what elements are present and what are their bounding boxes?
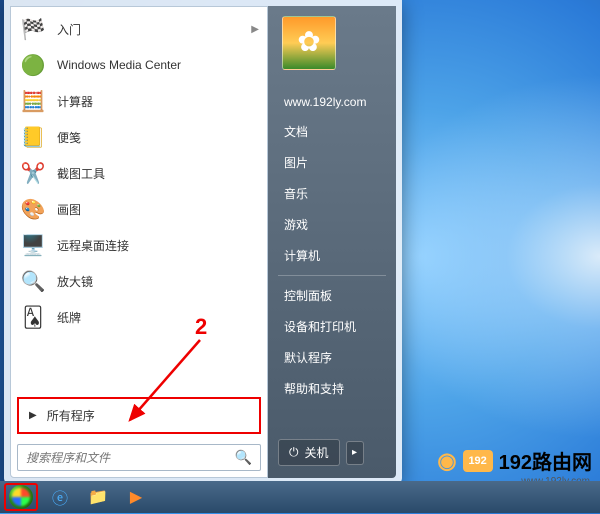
start-menu: 🏁 入门 ▶ 🟢 Windows Media Center 🧮 计算器 📒 便笺… [4,0,402,484]
program-label: 画图 [57,201,81,218]
shutdown-label: 关机 [305,444,329,461]
notes-icon: 📒 [19,123,47,151]
program-label: 便笺 [57,129,81,146]
magnifier-icon: 🔍 [19,267,47,295]
program-label: 入门 [57,21,81,38]
games-link[interactable]: 游戏 [278,209,386,240]
taskbar-ie[interactable]: ⓔ [44,485,76,509]
pictures-link[interactable]: 图片 [278,147,386,178]
watermark-text: 192路由网 [499,446,592,475]
program-paint[interactable]: 🎨 画图 [13,191,265,227]
shutdown-button[interactable]: ⏻ 关机 [278,439,340,466]
devices-printers-link[interactable]: 设备和打印机 [278,311,386,342]
user-folder-link[interactable]: www.192ly.com [278,88,386,116]
taskbar-explorer[interactable]: 📁 [82,485,114,509]
ie-icon: ⓔ [52,485,68,509]
program-magnifier[interactable]: 🔍 放大镜 [13,263,265,299]
watermark-badge: 192 [463,450,493,472]
start-menu-left-pane: 🏁 入门 ▶ 🟢 Windows Media Center 🧮 计算器 📒 便笺… [10,6,268,478]
shutdown-options-button[interactable]: ▸ [346,441,364,465]
program-media-center[interactable]: 🟢 Windows Media Center [13,47,265,83]
program-calculator[interactable]: 🧮 计算器 [13,83,265,119]
music-link[interactable]: 音乐 [278,178,386,209]
help-support-link[interactable]: 帮助和支持 [278,373,386,404]
all-programs-label: 所有程序 [47,407,95,424]
power-icon: ⏻ [289,445,299,460]
program-sticky-notes[interactable]: 📒 便笺 [13,119,265,155]
search-icon: 🔍 [235,449,252,466]
program-label: 放大镜 [57,273,93,290]
flag-icon: 🏁 [19,15,47,43]
palette-icon: 🎨 [19,195,47,223]
scissors-icon: ✂️ [19,159,47,187]
taskbar: ⓔ 📁 ▶ [0,481,600,513]
wifi-icon: ◉ [437,448,456,474]
calculator-icon: 🧮 [19,87,47,115]
media-center-icon: 🟢 [19,51,47,79]
cards-icon: 🂡 [19,303,47,331]
windows-orb-icon [9,485,33,509]
program-remote-desktop[interactable]: 🖥️ 远程桌面连接 [13,227,265,263]
taskbar-media-player[interactable]: ▶ [120,485,152,509]
chevron-right-icon: ▶ [29,410,37,421]
computer-link[interactable]: 计算机 [278,240,386,271]
monitor-icon: 🖥️ [19,231,47,259]
program-label: 截图工具 [57,165,105,182]
folder-icon: 📁 [88,487,108,507]
program-solitaire[interactable]: 🂡 纸牌 [13,299,265,335]
default-programs-link[interactable]: 默认程序 [278,342,386,373]
user-picture[interactable] [282,16,336,70]
program-snipping-tool[interactable]: ✂️ 截图工具 [13,155,265,191]
program-label: Windows Media Center [57,58,181,72]
shutdown-row: ⏻ 关机 ▸ [278,435,386,470]
search-box[interactable]: 🔍 [17,444,261,471]
program-label: 纸牌 [57,309,81,326]
documents-link[interactable]: 文档 [278,116,386,147]
media-player-icon: ▶ [130,487,142,507]
program-label: 远程桌面连接 [57,237,129,254]
start-button[interactable] [4,483,38,511]
separator [278,275,386,276]
program-list: 🏁 入门 ▶ 🟢 Windows Media Center 🧮 计算器 📒 便笺… [11,7,267,393]
start-menu-right-pane: www.192ly.com 文档 图片 音乐 游戏 计算机 控制面板 设备和打印… [268,6,396,478]
search-input[interactable] [26,451,235,465]
all-programs-button[interactable]: ▶ 所有程序 [17,397,261,434]
control-panel-link[interactable]: 控制面板 [278,280,386,311]
chevron-right-icon: ▶ [251,24,259,35]
program-getting-started[interactable]: 🏁 入门 ▶ [13,11,265,47]
program-label: 计算器 [57,93,93,110]
watermark: ◉ 192 192路由网 [437,446,592,475]
